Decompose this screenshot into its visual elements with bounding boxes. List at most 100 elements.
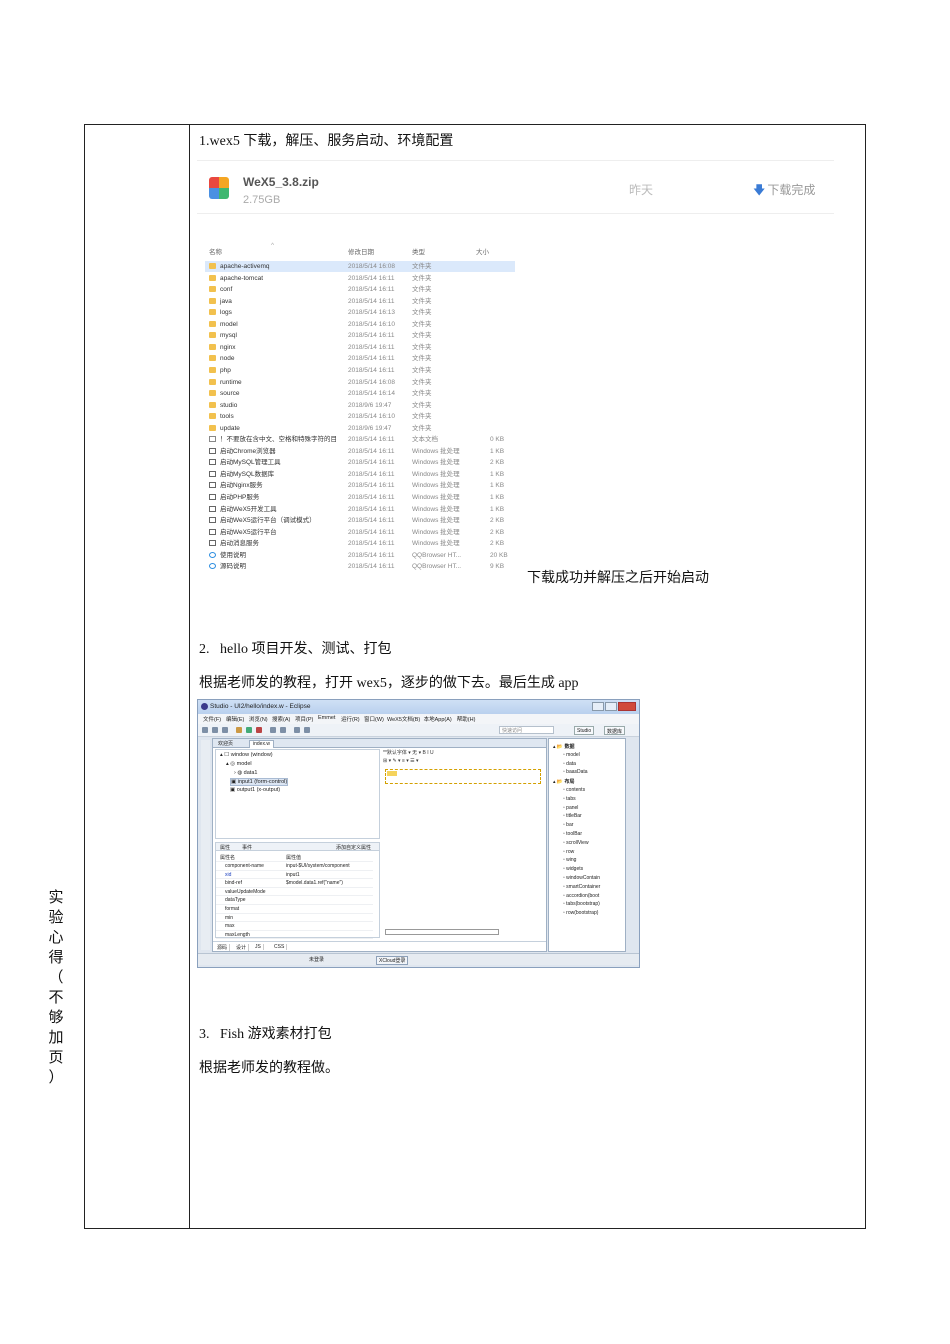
add-custom-attr-button[interactable]: 添加自定义属性 [336,844,371,851]
file-row[interactable]: java 2018/5/14 16:11 文件夹 [205,296,515,307]
file-row[interactable]: apache-activemq 2018/5/14 16:08 文件夹 [205,261,515,272]
editor-mode-tab[interactable]: 设计 [234,944,250,951]
open-type-icon[interactable] [280,727,286,733]
input-component-box[interactable] [385,769,541,784]
file-row[interactable]: tools 2018/5/14 16:10 文件夹 [205,411,515,422]
palette-component[interactable]: ▫ model [563,752,580,758]
property-row[interactable]: xid input1 [216,871,373,880]
palette-component[interactable]: ▫ accordion(boot [563,893,599,899]
file-row[interactable]: php 2018/5/14 16:11 文件夹 [205,365,515,376]
property-row[interactable]: max [216,922,373,931]
palette-component[interactable]: ▫ row [563,849,574,855]
file-row[interactable]: 启动MySQL数据库 2018/5/14 16:11 Windows 批处理 1 KB [205,469,515,480]
outline-node[interactable]: › ◍ data1 [234,770,257,776]
file-row[interactable]: studio 2018/9/6 19:47 文件夹 [205,400,515,411]
maximize-icon[interactable] [605,702,617,711]
menu-item[interactable]: 编辑(E) [226,715,244,723]
outline-node[interactable]: ▴ ☐ window (window) [220,752,273,758]
palette-component[interactable]: ▫ toolBar [563,831,582,837]
col-date[interactable]: 修改日期 [348,246,374,256]
property-row[interactable]: min [216,914,373,923]
file-row[interactable]: nginx 2018/5/14 16:11 文件夹 [205,342,515,353]
file-row[interactable]: 启动MySQL管理工具 2018/5/14 16:11 Windows 批处理 2 K… [205,457,515,468]
file-row[interactable]: 启动消息服务 2018/5/14 16:11 Windows 批处理 2 KB [205,538,515,549]
file-row[interactable]: node 2018/5/14 16:11 文件夹 [205,353,515,364]
menu-item[interactable]: 本地App(A) [424,715,452,723]
file-row[interactable]: apache-tomcat 2018/5/14 16:11 文件夹 [205,273,515,284]
file-row[interactable]: model 2018/5/14 16:10 文件夹 [205,319,515,330]
property-row[interactable]: bind-ref $model.data1.ref("name") [216,879,373,888]
property-value[interactable]: input-$UI/system/component [286,863,350,869]
menu-item[interactable]: WeX5文档(B) [387,715,420,723]
property-row[interactable]: format [216,905,373,914]
file-row[interactable]: 启动Chrome浏览器 2018/5/14 16:11 Windows 批处理 1 K… [205,446,515,457]
palette-component[interactable]: ▫ row(bootstrap) [563,910,598,916]
palette-component[interactable]: ▫ windowContain [563,875,600,881]
file-row[interactable]: 启动Nginx服务 2018/5/14 16:11 Windows 批处理 1 KB [205,480,515,491]
file-row[interactable]: ！不要放在含中文、空格和特殊字符的目 2018/5/14 16:11 文本文档 0 K… [205,434,515,445]
menu-item[interactable]: Emmet [318,715,335,721]
property-value[interactable]: input1 [286,872,300,878]
file-row[interactable]: 使用说明 2018/5/14 16:11 QQBrowser HT... 20 KB [205,550,515,561]
print-icon[interactable] [222,727,228,733]
palette-group-header[interactable]: ▴ 📂 布局 [553,778,575,785]
property-value[interactable]: $model.data1.ref("name") [286,880,343,886]
col-size[interactable]: 大小 [476,246,489,256]
file-row[interactable]: runtime 2018/5/14 16:08 文件夹 [205,377,515,388]
property-row[interactable]: valueUpdateMode [216,888,373,897]
close-icon[interactable] [618,702,636,711]
file-row[interactable]: mysql 2018/5/14 16:11 文件夹 [205,330,515,341]
file-row[interactable]: 源码说明 2018/5/14 16:11 QQBrowser HT... 9 KB [205,561,515,572]
outline-node[interactable]: ▴ ◎ model [226,761,252,767]
search-icon[interactable] [270,727,276,733]
file-row[interactable]: update 2018/9/6 19:47 文件夹 [205,423,515,434]
menu-item[interactable]: 搜索(A) [272,715,290,723]
menu-item[interactable]: 项目(P) [295,715,313,723]
tab-welcome[interactable]: 欢迎页 [215,740,236,748]
quick-access-input[interactable]: 快速访问 [499,726,554,734]
save-icon[interactable] [212,727,218,733]
property-row[interactable]: component-name input-$UI/system/component [216,862,373,871]
menu-item[interactable]: 浏览(N) [249,715,268,723]
palette-component[interactable]: ▫ panel [563,805,578,811]
editor-mode-tab[interactable]: CSS [272,944,288,950]
new-icon[interactable] [202,727,208,733]
build-icon[interactable] [236,727,242,733]
col-type[interactable]: 类型 [412,246,425,256]
file-row[interactable]: conf 2018/5/14 16:11 文件夹 [205,284,515,295]
file-row[interactable]: 启动WeX5运行平台（调试模式） 2018/5/14 16:11 Windows 批… [205,515,515,526]
palette-component[interactable]: ▫ scrollView [563,840,589,846]
palette-component[interactable]: ▫ titleBar [563,813,582,819]
download-card[interactable]: WeX5_3.8.zip 2.75GB 昨天 🡇 下载完成 [197,160,834,214]
outline-node[interactable]: ▣ output1 (x-output) [230,787,280,793]
run-icon[interactable] [246,727,252,733]
minimize-icon[interactable] [592,702,604,711]
file-row[interactable]: 启动PHP服务 2018/5/14 16:11 Windows 批处理 1 KB [205,492,515,503]
forward-icon[interactable] [304,727,310,733]
col-name[interactable]: 名称 [209,246,222,256]
file-row[interactable]: 启动WeX5开发工具 2018/5/14 16:11 Windows 批处理 1 KB [205,504,515,515]
menu-item[interactable]: 文件(F) [203,715,221,723]
property-row[interactable]: maxLength [216,931,373,940]
layout-toolbar[interactable]: ⊞ ▾ ✎ ▾ ≡ ▾ ☰ ▾ [383,758,545,766]
tab-events[interactable]: 事件 [242,844,252,851]
menu-item[interactable]: 运行(R) [341,715,360,723]
perspective-studio[interactable]: Studio [574,726,595,735]
file-row[interactable]: 启动WeX5运行平台 2018/5/14 16:11 Windows 批处理 2 KB [205,527,515,538]
tab-index[interactable]: index.w [249,740,274,748]
tab-properties[interactable]: 属性 [220,844,230,851]
property-row[interactable]: dataType [216,896,373,905]
format-toolbar[interactable]: **默认字体 ▾ 无 ▾ B I U [383,749,545,757]
palette-component[interactable]: ▫ bar [563,822,573,828]
file-row[interactable]: logs 2018/5/14 16:13 文件夹 [205,307,515,318]
palette-component[interactable]: ▫ smartContainer [563,884,600,890]
editor-mode-tab[interactable]: JS [253,944,264,950]
download-filename[interactable]: WeX5_3.8.zip [243,175,319,189]
menu-item[interactable]: 帮助(H) [457,715,476,723]
palette-component[interactable]: ▫ tabs(bootstrap) [563,901,600,907]
palette-component[interactable]: ▫ contents [563,787,585,793]
palette-component[interactable]: ▫ wing [563,857,576,863]
perspective-database[interactable]: 数据库 [604,726,626,735]
editor-mode-tab[interactable]: 源码 [215,944,231,951]
palette-component[interactable]: ▫ baasData [563,769,588,775]
